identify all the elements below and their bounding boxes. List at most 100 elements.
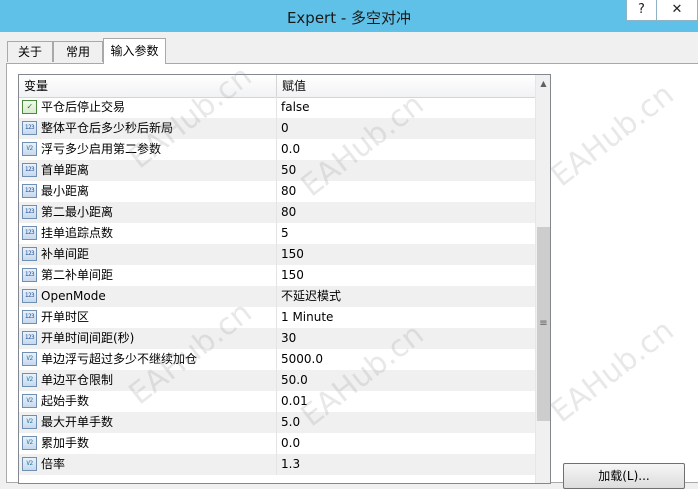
grid-header: 变量 赋值 xyxy=(19,75,535,98)
parameter-name: 补单间距 xyxy=(41,247,90,261)
tab-strip: 关于 常用 输入参数 xyxy=(0,32,698,64)
column-divider xyxy=(276,244,277,265)
grid-row[interactable]: V2 单边浮亏超过多少不继续加仓 5000.0 xyxy=(19,349,535,370)
grid-row[interactable]: V2 倍率 1.3 xyxy=(19,454,535,475)
parameter-name: 起始手数 xyxy=(41,394,90,408)
close-button[interactable]: ✕ xyxy=(656,0,698,21)
parameter-name: 浮亏多少启用第二参数 xyxy=(41,142,162,156)
grid-row[interactable]: V2 单边平仓限制 50.0 xyxy=(19,370,535,391)
parameter-value[interactable]: 50.0 xyxy=(281,370,531,391)
parameter-name: 首单距离 xyxy=(41,163,90,177)
scroll-thumb[interactable]: ≡ xyxy=(537,227,550,421)
column-header-value[interactable]: 赋值 xyxy=(277,75,535,97)
column-divider xyxy=(276,412,277,433)
parameter-name: 单边浮亏超过多少不继续加仓 xyxy=(41,352,198,366)
parameter-name: 整体平仓后多少秒后新局 xyxy=(41,121,174,135)
parameter-value[interactable]: 0.0 xyxy=(281,433,531,454)
parameter-value[interactable]: 5000.0 xyxy=(281,349,531,370)
column-divider xyxy=(276,118,277,139)
integer-type-icon: 123 xyxy=(22,289,37,303)
scroll-up-arrow-icon[interactable]: ▲ xyxy=(536,75,550,92)
parameters-grid: 变量 赋值 ✓ 平仓后停止交易 false 123 整体平仓后多少秒后新局 0 V2 浮亏多少… xyxy=(18,74,551,484)
parameter-value[interactable]: 5.0 xyxy=(281,412,531,433)
parameter-name: 开单时区 xyxy=(41,310,90,324)
title-bar: Expert - 多空对冲 ? ✕ xyxy=(0,0,698,32)
grid-row[interactable]: 123 最小距离 80 xyxy=(19,181,535,202)
grid-row[interactable]: 123 第二补单间距 150 xyxy=(19,265,535,286)
double-type-icon: V2 xyxy=(22,394,37,408)
column-divider xyxy=(276,286,277,307)
double-type-icon: V2 xyxy=(22,457,37,471)
column-divider xyxy=(276,160,277,181)
vertical-scrollbar[interactable]: ▲ ≡ xyxy=(535,75,550,483)
double-type-icon: V2 xyxy=(22,415,37,429)
parameter-name: 挂单追踪点数 xyxy=(41,226,114,240)
parameter-name: 倍率 xyxy=(41,457,66,471)
parameter-value[interactable]: 30 xyxy=(281,328,531,349)
parameter-value[interactable]: 0 xyxy=(281,118,531,139)
grid-row[interactable]: 123 补单间距 150 xyxy=(19,244,535,265)
grid-row[interactable]: V2 起始手数 0.01 xyxy=(19,391,535,412)
parameter-name: 开单时间间距(秒) xyxy=(41,331,135,345)
column-divider xyxy=(276,139,277,160)
grid-row[interactable]: 123 第二最小距离 80 xyxy=(19,202,535,223)
grid-row[interactable]: ✓ 平仓后停止交易 false xyxy=(19,97,535,118)
integer-type-icon: 123 xyxy=(22,121,37,135)
integer-type-icon: 123 xyxy=(22,205,37,219)
integer-type-icon: 123 xyxy=(22,163,37,177)
parameter-name: 累加手数 xyxy=(41,436,90,450)
parameter-value[interactable]: 0.01 xyxy=(281,391,531,412)
grid-rows: ✓ 平仓后停止交易 false 123 整体平仓后多少秒后新局 0 V2 浮亏多少启用第二参数… xyxy=(19,97,535,475)
parameter-name: 最大开单手数 xyxy=(41,415,114,429)
parameter-value[interactable]: 80 xyxy=(281,181,531,202)
parameter-value[interactable]: 150 xyxy=(281,244,531,265)
grid-row[interactable]: V2 最大开单手数 5.0 xyxy=(19,412,535,433)
grid-row[interactable]: 123 整体平仓后多少秒后新局 0 xyxy=(19,118,535,139)
tab-common[interactable]: 常用 xyxy=(53,41,103,62)
column-header-variable[interactable]: 变量 xyxy=(19,75,277,97)
parameter-name: 第二补单间距 xyxy=(41,268,114,282)
parameter-name: 第二最小距离 xyxy=(41,205,114,219)
parameter-value[interactable]: 80 xyxy=(281,202,531,223)
grid-row[interactable]: 123 首单距离 50 xyxy=(19,160,535,181)
parameter-value[interactable]: 1 Minute xyxy=(281,307,531,328)
load-button[interactable]: 加载(L)... xyxy=(563,463,685,489)
column-divider xyxy=(276,328,277,349)
parameter-value[interactable]: 50 xyxy=(281,160,531,181)
column-divider xyxy=(276,223,277,244)
parameter-name: 单边平仓限制 xyxy=(41,373,114,387)
column-divider xyxy=(276,97,277,118)
parameter-value[interactable]: 不延迟模式 xyxy=(281,286,531,307)
parameter-name: OpenMode xyxy=(41,289,106,303)
tab-about[interactable]: 关于 xyxy=(7,41,53,62)
double-type-icon: V2 xyxy=(22,436,37,450)
double-type-icon: V2 xyxy=(22,352,37,366)
integer-type-icon: 123 xyxy=(22,310,37,324)
parameter-value[interactable]: 1.3 xyxy=(281,454,531,475)
column-divider xyxy=(276,265,277,286)
parameter-value[interactable]: 0.0 xyxy=(281,139,531,160)
integer-type-icon: 123 xyxy=(22,184,37,198)
parameter-name: 最小距离 xyxy=(41,184,90,198)
grid-row[interactable]: 123 OpenMode 不延迟模式 xyxy=(19,286,535,307)
parameter-name: 平仓后停止交易 xyxy=(41,100,126,114)
parameter-value[interactable]: 150 xyxy=(281,265,531,286)
integer-type-icon: 123 xyxy=(22,226,37,240)
help-button[interactable]: ? xyxy=(626,0,657,21)
column-divider xyxy=(276,454,277,475)
grid-row[interactable]: 123 开单时间间距(秒) 30 xyxy=(19,328,535,349)
column-divider xyxy=(276,370,277,391)
integer-type-icon: 123 xyxy=(22,268,37,282)
window-title: Expert - 多空对冲 xyxy=(286,9,412,27)
grid-row[interactable]: V2 累加手数 0.0 xyxy=(19,433,535,454)
grid-row[interactable]: 123 开单时区 1 Minute xyxy=(19,307,535,328)
tab-inputs[interactable]: 输入参数 xyxy=(103,38,166,64)
grid-row[interactable]: V2 浮亏多少启用第二参数 0.0 xyxy=(19,139,535,160)
grid-row[interactable]: 123 挂单追踪点数 5 xyxy=(19,223,535,244)
column-divider xyxy=(276,433,277,454)
column-divider xyxy=(276,391,277,412)
parameter-value[interactable]: false xyxy=(281,97,531,118)
double-type-icon: V2 xyxy=(22,373,37,387)
column-divider xyxy=(276,181,277,202)
parameter-value[interactable]: 5 xyxy=(281,223,531,244)
